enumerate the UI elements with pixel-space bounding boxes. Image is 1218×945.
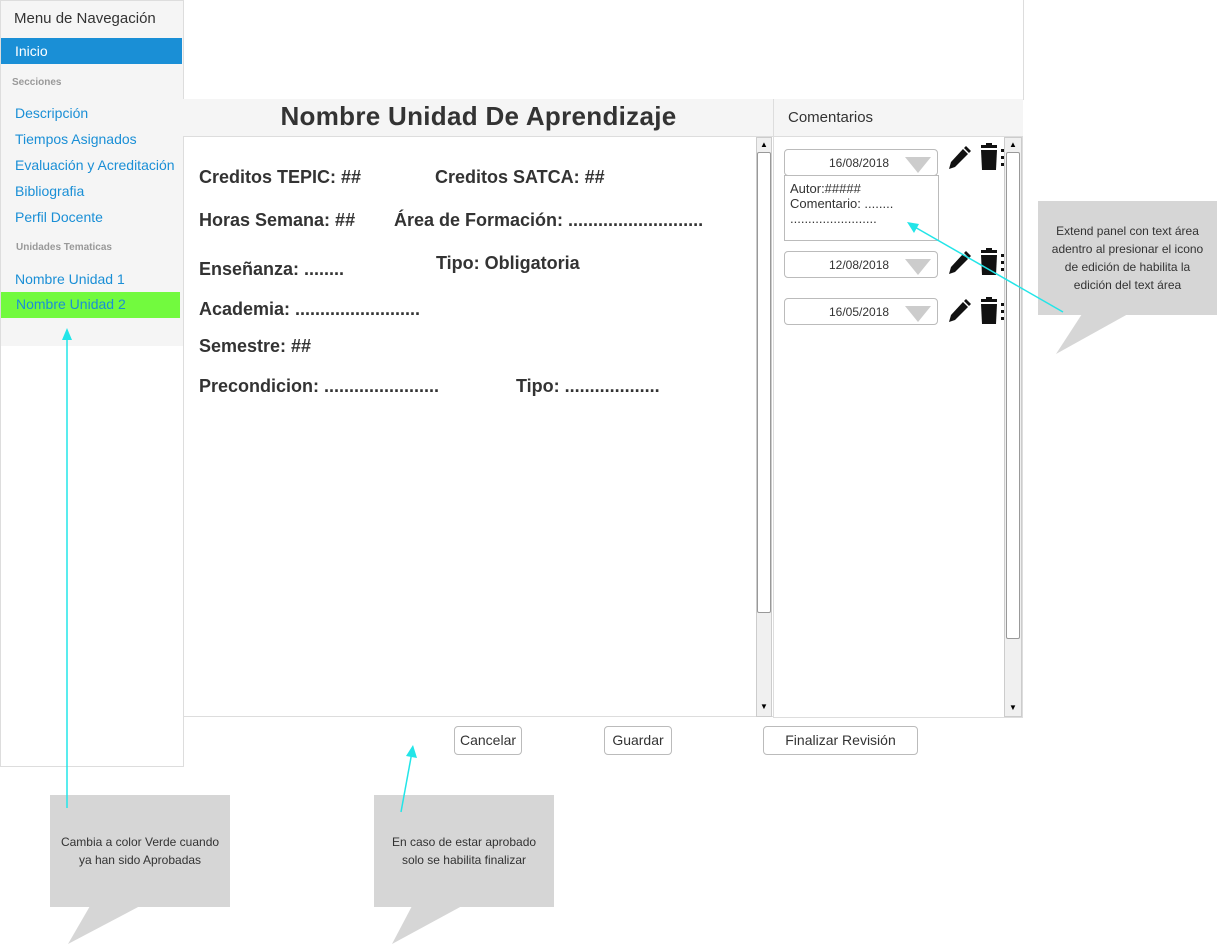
callout-tail — [1056, 314, 1128, 354]
annotation-arrow — [912, 225, 1064, 313]
arrow-head-icon — [62, 328, 72, 340]
callout-tail — [68, 906, 140, 944]
annotation-arrow — [400, 751, 413, 813]
arrow-head-icon — [907, 222, 919, 233]
callout-tail — [392, 906, 462, 944]
annotation-overlay — [62, 222, 1128, 944]
arrow-head-icon — [406, 745, 417, 758]
